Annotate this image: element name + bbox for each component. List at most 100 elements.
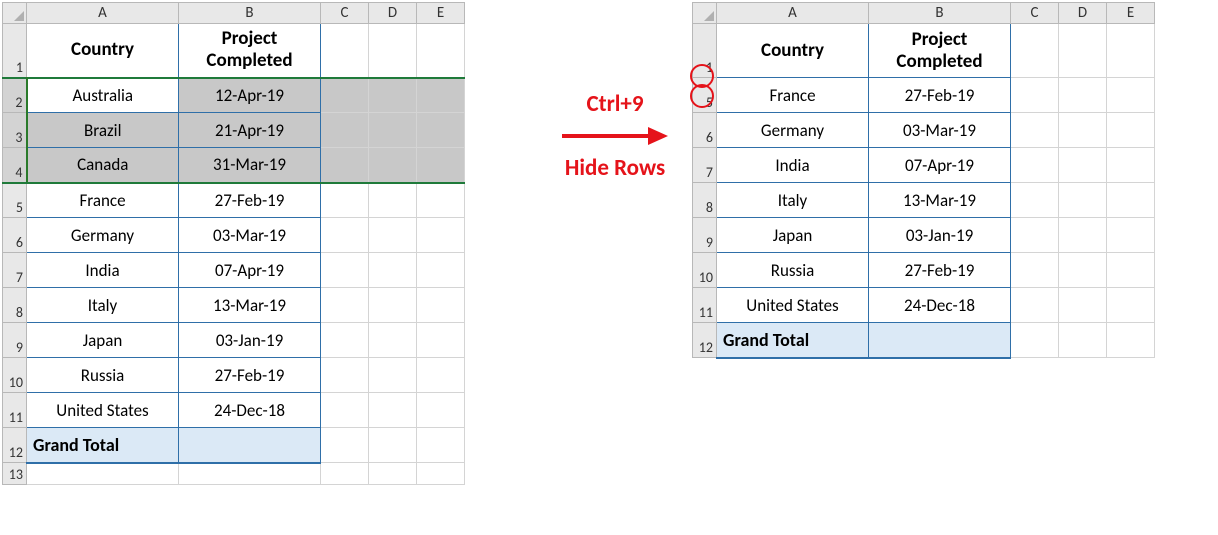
cell-date[interactable]: 31-Mar-19	[179, 148, 321, 183]
row-header[interactable]: 6	[693, 113, 717, 148]
cell[interactable]	[417, 253, 465, 288]
cell-country[interactable]: France	[717, 78, 869, 113]
cell[interactable]	[321, 24, 369, 78]
cell-date[interactable]: 27-Feb-19	[869, 253, 1011, 288]
cell[interactable]	[321, 78, 369, 113]
row-header[interactable]: 10	[693, 253, 717, 288]
header-project-completed[interactable]: Project Completed	[869, 24, 1011, 78]
select-all-corner[interactable]	[3, 3, 27, 24]
row-header[interactable]: 5	[3, 183, 27, 218]
cell-country[interactable]: Russia	[717, 253, 869, 288]
cell[interactable]	[1011, 24, 1059, 78]
cell[interactable]	[179, 463, 321, 485]
cell[interactable]	[1011, 78, 1059, 113]
cell[interactable]	[321, 253, 369, 288]
cell[interactable]	[1107, 148, 1155, 183]
cell-country[interactable]: India	[27, 253, 179, 288]
cell-country[interactable]: France	[27, 183, 179, 218]
cell[interactable]	[1011, 253, 1059, 288]
row-header[interactable]: 10	[3, 358, 27, 393]
cell[interactable]	[321, 113, 369, 148]
cell[interactable]	[321, 288, 369, 323]
cell[interactable]	[1107, 253, 1155, 288]
cell-country[interactable]: India	[717, 148, 869, 183]
row-header[interactable]: 5	[693, 78, 717, 113]
cell-date[interactable]: 03-Mar-19	[179, 218, 321, 253]
cell[interactable]	[321, 463, 369, 485]
cell[interactable]	[369, 78, 417, 113]
cell[interactable]	[869, 323, 1011, 358]
row-header[interactable]: 12	[3, 428, 27, 463]
row-header[interactable]: 2	[3, 78, 27, 113]
row-header[interactable]: 7	[693, 148, 717, 183]
cell-date[interactable]: 24-Dec-18	[179, 393, 321, 428]
cell[interactable]	[321, 183, 369, 218]
row-header[interactable]: 7	[3, 253, 27, 288]
header-project-completed[interactable]: Project Completed	[179, 24, 321, 78]
cell-date[interactable]: 03-Jan-19	[869, 218, 1011, 253]
cell[interactable]	[369, 288, 417, 323]
cell[interactable]	[417, 393, 465, 428]
row-header[interactable]: 4	[3, 148, 27, 183]
cell[interactable]	[1059, 24, 1107, 78]
cell[interactable]	[417, 183, 465, 218]
cell[interactable]	[1059, 78, 1107, 113]
row-header[interactable]: 9	[3, 323, 27, 358]
cell-country[interactable]: United States	[717, 288, 869, 323]
cell-date[interactable]: 21-Apr-19	[179, 113, 321, 148]
cell[interactable]	[417, 288, 465, 323]
cell-country[interactable]: Japan	[27, 323, 179, 358]
row-header[interactable]: 11	[693, 288, 717, 323]
cell[interactable]	[1059, 288, 1107, 323]
cell-country[interactable]: Australia	[27, 78, 179, 113]
cell[interactable]	[1107, 24, 1155, 78]
col-header-C[interactable]: C	[1011, 3, 1059, 24]
cell[interactable]	[1059, 323, 1107, 358]
cell[interactable]	[369, 393, 417, 428]
cell-country[interactable]: Germany	[717, 113, 869, 148]
cell[interactable]	[1011, 183, 1059, 218]
cell[interactable]	[321, 428, 369, 463]
cell-date[interactable]: 13-Mar-19	[869, 183, 1011, 218]
cell[interactable]	[369, 218, 417, 253]
cell[interactable]	[1011, 113, 1059, 148]
cell[interactable]	[369, 323, 417, 358]
header-country[interactable]: Country	[717, 24, 869, 78]
cell[interactable]	[1059, 183, 1107, 218]
col-header-A[interactable]: A	[27, 3, 179, 24]
cell[interactable]	[1011, 218, 1059, 253]
cell[interactable]	[1011, 148, 1059, 183]
row-header[interactable]: 13	[3, 463, 27, 485]
col-header-D[interactable]: D	[369, 3, 417, 24]
cell-country[interactable]: United States	[27, 393, 179, 428]
cell-date[interactable]: 13-Mar-19	[179, 288, 321, 323]
cell-date[interactable]: 07-Apr-19	[179, 253, 321, 288]
cell[interactable]	[1059, 113, 1107, 148]
cell-date[interactable]: 27-Feb-19	[179, 358, 321, 393]
cell-date[interactable]: 07-Apr-19	[869, 148, 1011, 183]
cell[interactable]	[1059, 253, 1107, 288]
col-header-E[interactable]: E	[417, 3, 465, 24]
cell[interactable]	[1107, 78, 1155, 113]
cell-date[interactable]: 03-Jan-19	[179, 323, 321, 358]
cell[interactable]	[417, 148, 465, 183]
header-country[interactable]: Country	[27, 24, 179, 78]
row-header[interactable]: 9	[693, 218, 717, 253]
col-header-C[interactable]: C	[321, 3, 369, 24]
cell[interactable]	[321, 323, 369, 358]
cell[interactable]	[1107, 113, 1155, 148]
cell[interactable]	[321, 358, 369, 393]
row-header[interactable]: 8	[3, 288, 27, 323]
cell[interactable]	[369, 253, 417, 288]
row-header[interactable]: 1	[693, 24, 717, 78]
cell[interactable]	[1107, 183, 1155, 218]
row-header[interactable]: 3	[3, 113, 27, 148]
cell[interactable]	[1059, 218, 1107, 253]
cell[interactable]	[417, 78, 465, 113]
cell-date[interactable]: 03-Mar-19	[869, 113, 1011, 148]
cell[interactable]	[369, 148, 417, 183]
col-header-B[interactable]: B	[179, 3, 321, 24]
cell[interactable]	[369, 24, 417, 78]
cell[interactable]	[369, 113, 417, 148]
col-header-D[interactable]: D	[1059, 3, 1107, 24]
